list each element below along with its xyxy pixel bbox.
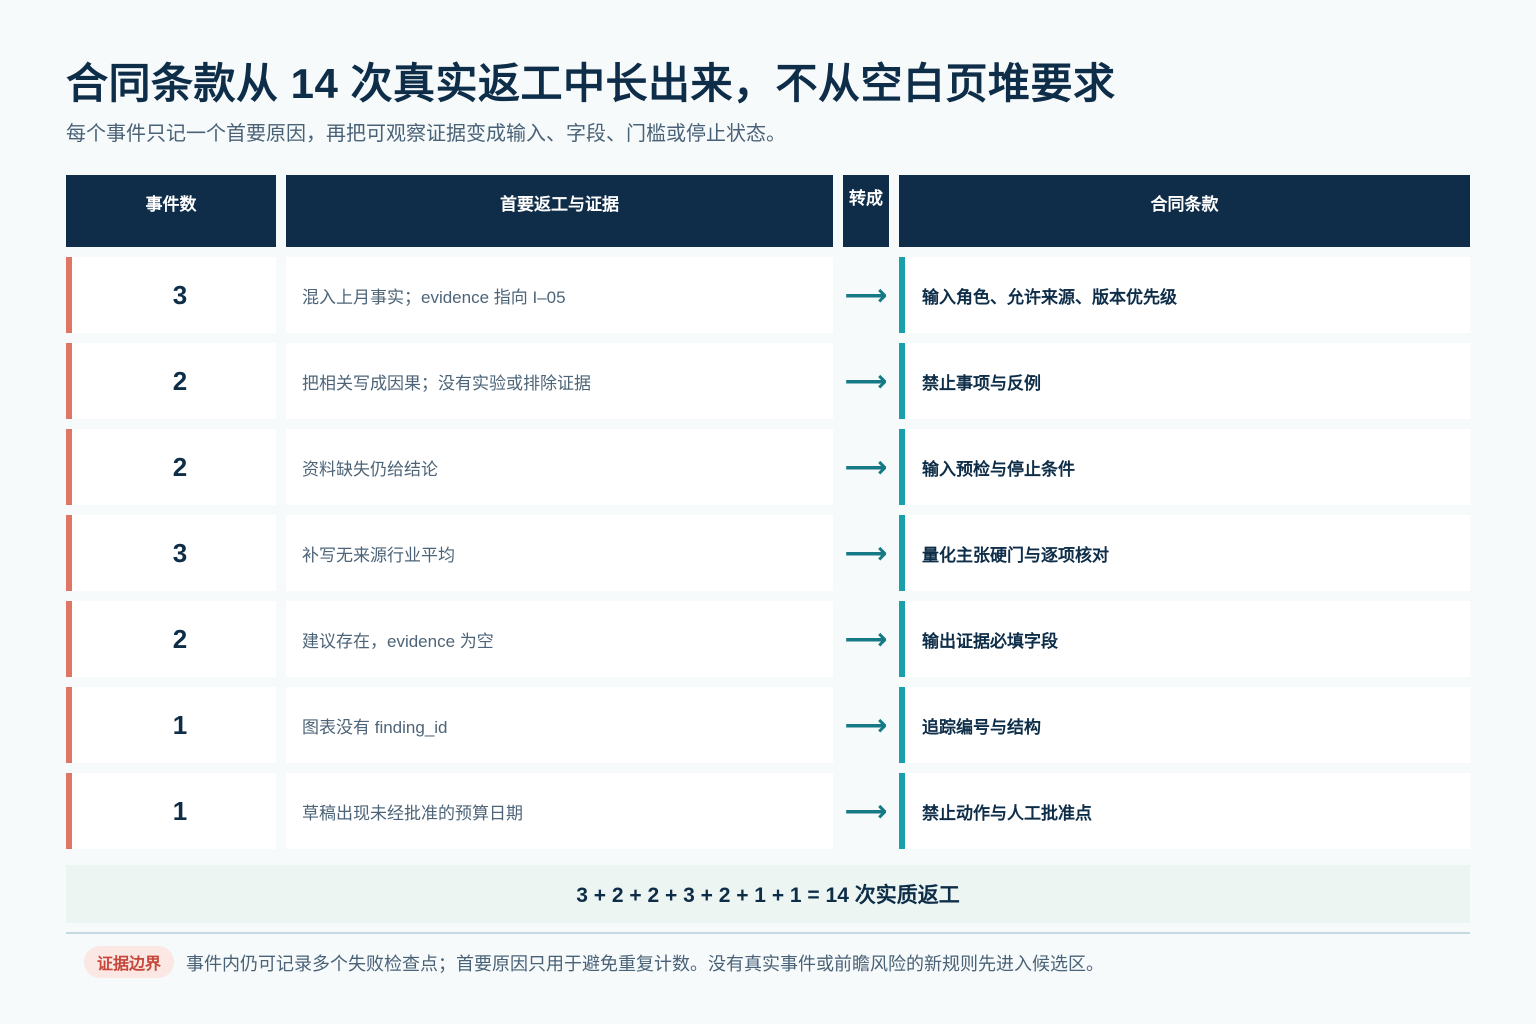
rework-evidence-cell: 资料缺失仍给结论 — [286, 429, 833, 505]
table-row: 2 资料缺失仍给结论 ⟶ 输入预检与停止条件 — [0, 429, 1536, 505]
arrow-right-icon: ⟶ — [844, 622, 888, 656]
table-row: 2 建议存在，evidence 为空 ⟶ 输出证据必填字段 — [0, 601, 1536, 677]
arrow-right-icon: ⟶ — [844, 708, 888, 742]
contract-clause-cell: 追踪编号与结构 — [899, 687, 1470, 763]
rework-evidence-cell: 把相关写成因果；没有实验或排除证据 — [286, 343, 833, 419]
rework-evidence-cell: 草稿出现未经批准的预算日期 — [286, 773, 833, 849]
table-row: 3 混入上月事实；evidence 指向 I–05 ⟶ 输入角色、允许来源、版本… — [0, 257, 1536, 333]
table-row: 1 草稿出现未经批准的预算日期 ⟶ 禁止动作与人工批准点 — [0, 773, 1536, 849]
page-subtitle: 每个事件只记一个首要原因，再把可观察证据变成输入、字段、门槛或停止状态。 — [66, 123, 786, 145]
contract-clause-cell: 输入预检与停止条件 — [899, 429, 1470, 505]
event-count-cell: 2 — [66, 601, 276, 677]
contract-clause-cell: 禁止事项与反例 — [899, 343, 1470, 419]
total-summary: 3 + 2 + 2 + 3 + 2 + 1 + 1 = 14 次实质返工 — [66, 865, 1470, 923]
event-count: 2 — [172, 365, 188, 396]
arrow-right-icon: ⟶ — [844, 794, 888, 828]
event-count-cell: 3 — [66, 257, 276, 333]
event-count-cell: 1 — [66, 687, 276, 763]
column-header-clause: 合同条款 — [899, 175, 1470, 247]
footer-note: 事件内仍可记录多个失败检查点；首要原因只用于避免重复计数。没有真实事件或前瞻风险… — [186, 954, 1104, 974]
table-row: 3 补写无来源行业平均 ⟶ 量化主张硬门与逐项核对 — [0, 515, 1536, 591]
rework-evidence-cell: 补写无来源行业平均 — [286, 515, 833, 591]
event-count-cell: 2 — [66, 429, 276, 505]
table-row: 2 把相关写成因果；没有实验或排除证据 ⟶ 禁止事项与反例 — [0, 343, 1536, 419]
contract-clause-cell: 输入角色、允许来源、版本优先级 — [899, 257, 1470, 333]
column-header-arrow: 转 成 — [843, 175, 889, 247]
column-header-arrow-line2: 成 — [866, 189, 883, 208]
table-row: 1 图表没有 finding_id ⟶ 追踪编号与结构 — [0, 687, 1536, 763]
contract-clause-cell: 输出证据必填字段 — [899, 601, 1470, 677]
arrow-right-icon: ⟶ — [844, 278, 888, 312]
event-count: 2 — [172, 623, 188, 654]
event-count: 3 — [172, 537, 188, 568]
column-header-arrow-line1: 转 — [849, 189, 866, 208]
event-count: 3 — [172, 279, 188, 310]
event-count-cell: 3 — [66, 515, 276, 591]
evidence-boundary-badge: 证据边界 — [84, 946, 175, 978]
event-count: 2 — [172, 451, 188, 482]
contract-clause-cell: 量化主张硬门与逐项核对 — [899, 515, 1470, 591]
page-title: 合同条款从 14 次真实返工中长出来，不从空白页堆要求 — [66, 60, 1116, 107]
event-count-cell: 1 — [66, 773, 276, 849]
arrow-right-icon: ⟶ — [844, 364, 888, 398]
event-count: 1 — [172, 709, 188, 740]
rework-evidence-cell: 混入上月事实；evidence 指向 I–05 — [286, 257, 833, 333]
column-header-count: 事件数 — [66, 175, 276, 247]
event-count: 1 — [172, 795, 188, 826]
arrow-right-icon: ⟶ — [844, 536, 888, 570]
arrow-right-icon: ⟶ — [844, 450, 888, 484]
divider — [66, 932, 1470, 934]
event-count-cell: 2 — [66, 343, 276, 419]
contract-clause-cell: 禁止动作与人工批准点 — [899, 773, 1470, 849]
rework-evidence-cell: 图表没有 finding_id — [286, 687, 833, 763]
column-header-rework: 首要返工与证据 — [286, 175, 833, 247]
rework-evidence-cell: 建议存在，evidence 为空 — [286, 601, 833, 677]
